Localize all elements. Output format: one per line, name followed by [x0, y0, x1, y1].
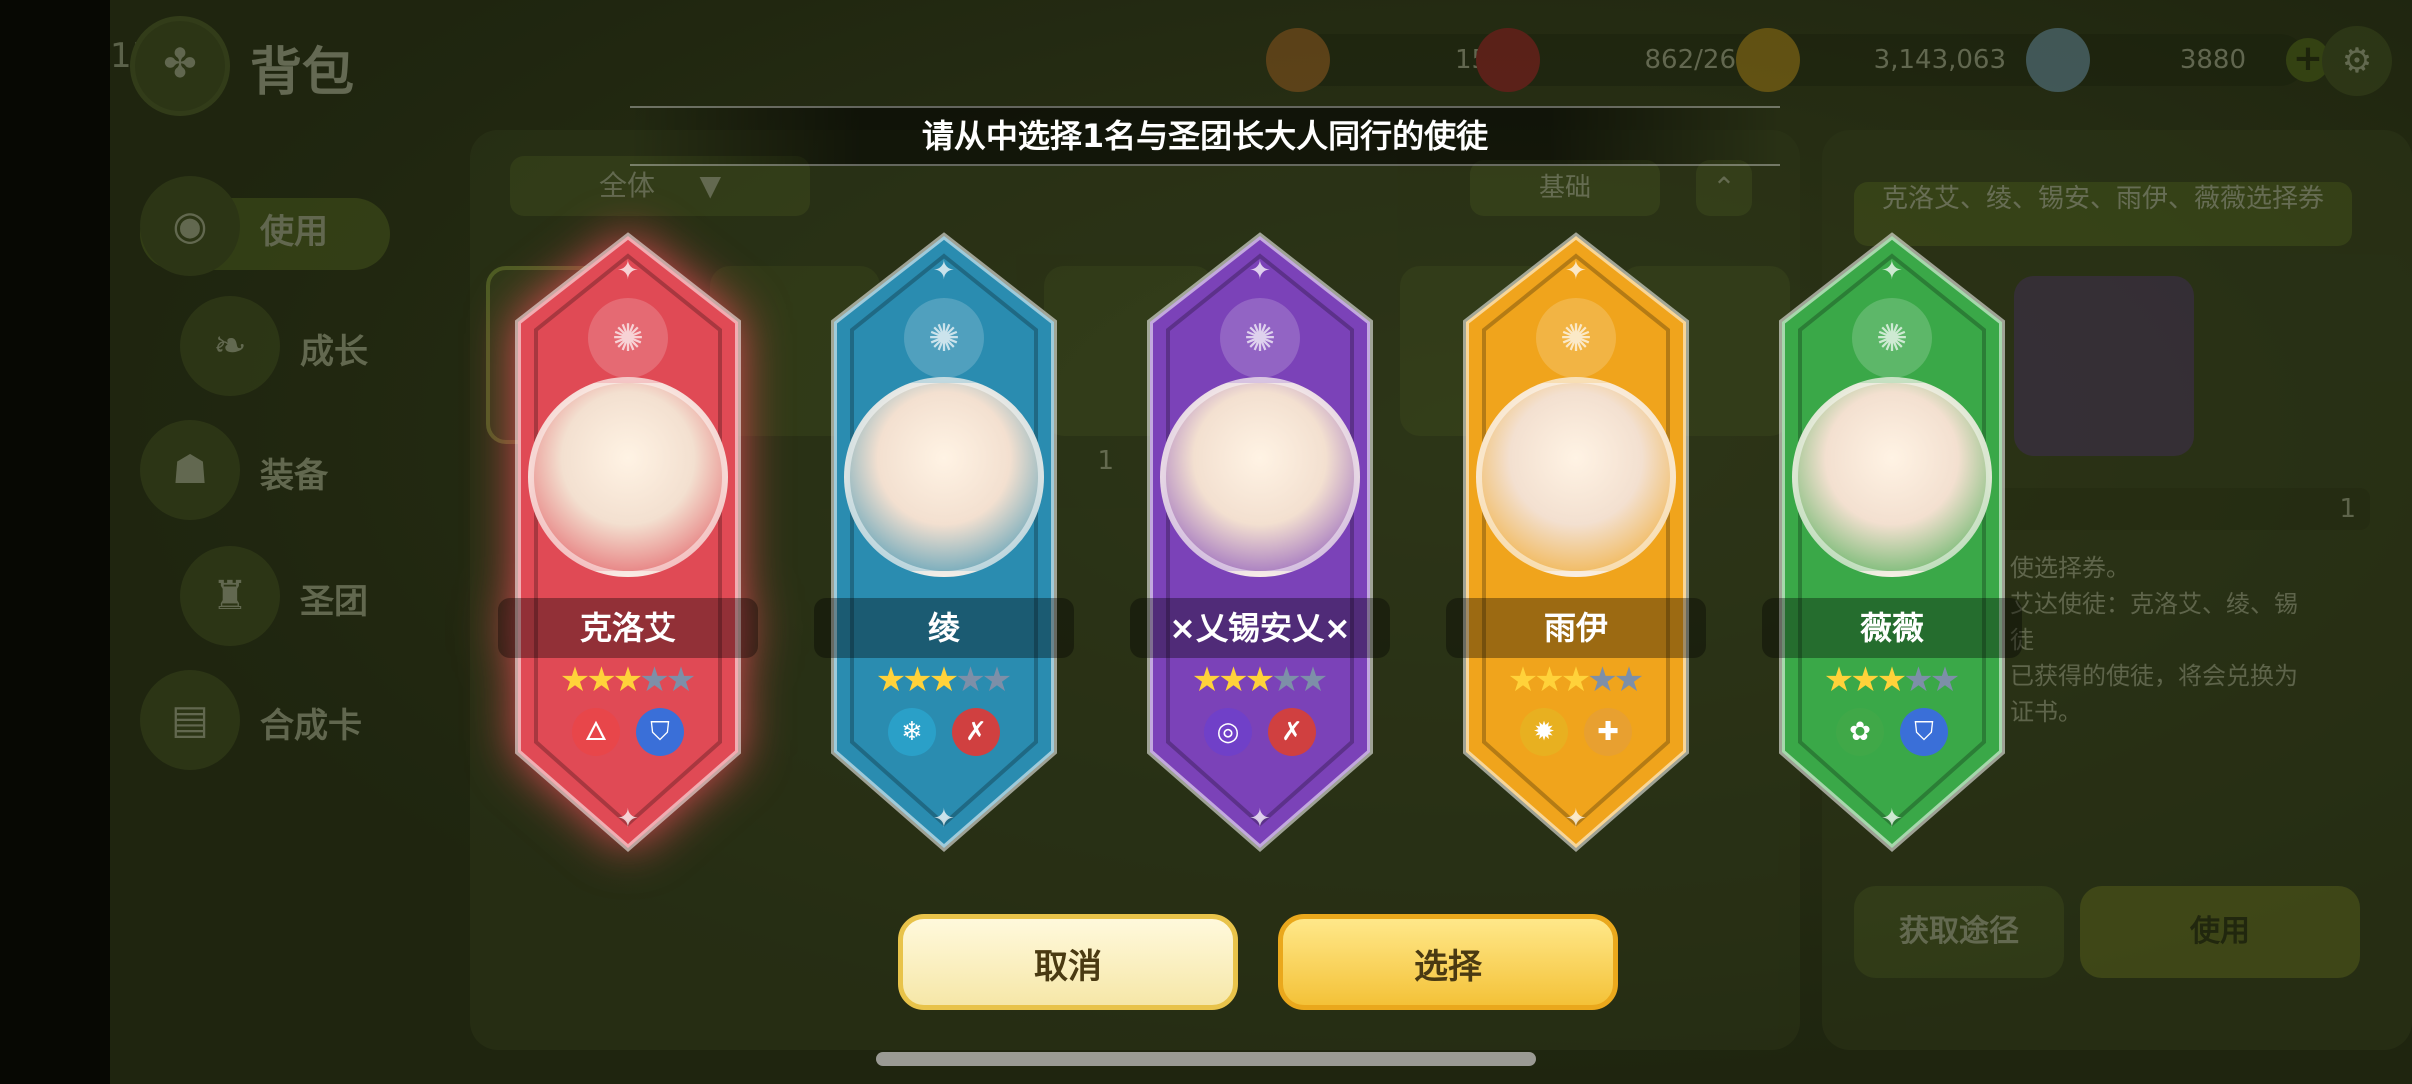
ice-icon: ❄ [888, 708, 936, 756]
star-empty-icon: ★ [665, 660, 697, 700]
character-card[interactable]: ✦ ✺ 绫 ★★★★★ ❄ ✗ ✦ [814, 232, 1074, 852]
star-rating: ★★★★★ [1772, 660, 2012, 700]
attribute-icons: 🜂 ⛉ [508, 708, 748, 756]
leaf-icon: ✿ [1836, 708, 1884, 756]
element-emblem-icon: ✺ [1536, 298, 1616, 378]
star-empty-icon: ★ [1929, 660, 1961, 700]
character-portrait [1792, 377, 1992, 577]
star-empty-icon: ★ [1297, 660, 1329, 700]
diamond-ornament: ✦ [933, 256, 955, 286]
cross-icon: ✚ [1584, 708, 1632, 756]
character-portrait [528, 377, 728, 577]
character-name: 雨伊 [1446, 598, 1706, 658]
sword-cross-icon: ✗ [952, 708, 1000, 756]
element-emblem-icon: ✺ [1220, 298, 1300, 378]
character-name: ×乂锡安乂× [1130, 598, 1390, 658]
attribute-icons: ✹ ✚ [1456, 708, 1696, 756]
diamond-ornament: ✦ [1249, 256, 1271, 286]
character-portrait [1160, 377, 1360, 577]
diamond-ornament: ✦ [617, 804, 639, 834]
element-emblem-icon: ✺ [1852, 298, 1932, 378]
star-empty-icon: ★ [981, 660, 1013, 700]
diamond-ornament: ✦ [617, 256, 639, 286]
star-empty-icon: ★ [1613, 660, 1645, 700]
attribute-icons: ◎ ✗ [1140, 708, 1380, 756]
diamond-ornament: ✦ [1881, 256, 1903, 286]
shield-icon: ⛉ [1900, 708, 1948, 756]
sword-cross-icon: ✗ [1268, 708, 1316, 756]
star-rating: ★★★★★ [1140, 660, 1380, 700]
element-emblem-icon: ✺ [588, 298, 668, 378]
diamond-ornament: ✦ [1249, 804, 1271, 834]
character-card[interactable]: ✦ ✺ 雨伊 ★★★★★ ✹ ✚ ✦ [1446, 232, 1706, 852]
character-name: 克洛艾 [498, 598, 758, 658]
character-name: 绫 [814, 598, 1074, 658]
home-indicator[interactable] [876, 1052, 1536, 1066]
character-portrait [844, 377, 1044, 577]
swirl-icon: ◎ [1204, 708, 1252, 756]
character-name: 薇薇 [1762, 598, 2022, 658]
select-button[interactable]: 选择 [1278, 914, 1618, 1010]
diamond-ornament: ✦ [933, 804, 955, 834]
character-card[interactable]: ✦ ✺ ×乂锡安乂× ★★★★★ ◎ ✗ ✦ [1130, 232, 1390, 852]
star-rating: ★★★★★ [1456, 660, 1696, 700]
diamond-ornament: ✦ [1565, 804, 1587, 834]
dialog-title: 请从中选择1名与圣团长大人同行的使徒 [630, 106, 1780, 166]
diamond-ornament: ✦ [1565, 256, 1587, 286]
element-emblem-icon: ✺ [904, 298, 984, 378]
attribute-icons: ❄ ✗ [824, 708, 1064, 756]
character-card[interactable]: ✦ ✺ 薇薇 ★★★★★ ✿ ⛉ ✦ [1762, 232, 2022, 852]
star-rating: ★★★★★ [824, 660, 1064, 700]
character-portrait [1476, 377, 1676, 577]
character-card[interactable]: ✦ ✺ 克洛艾 ★★★★★ 🜂 ⛉ ✦ [498, 232, 758, 852]
star-rating: ★★★★★ [508, 660, 748, 700]
cancel-button[interactable]: 取消 [898, 914, 1238, 1010]
sun-icon: ✹ [1520, 708, 1568, 756]
diamond-ornament: ✦ [1881, 804, 1903, 834]
shield-icon: ⛉ [636, 708, 684, 756]
fire-icon: 🜂 [572, 708, 620, 756]
attribute-icons: ✿ ⛉ [1772, 708, 2012, 756]
